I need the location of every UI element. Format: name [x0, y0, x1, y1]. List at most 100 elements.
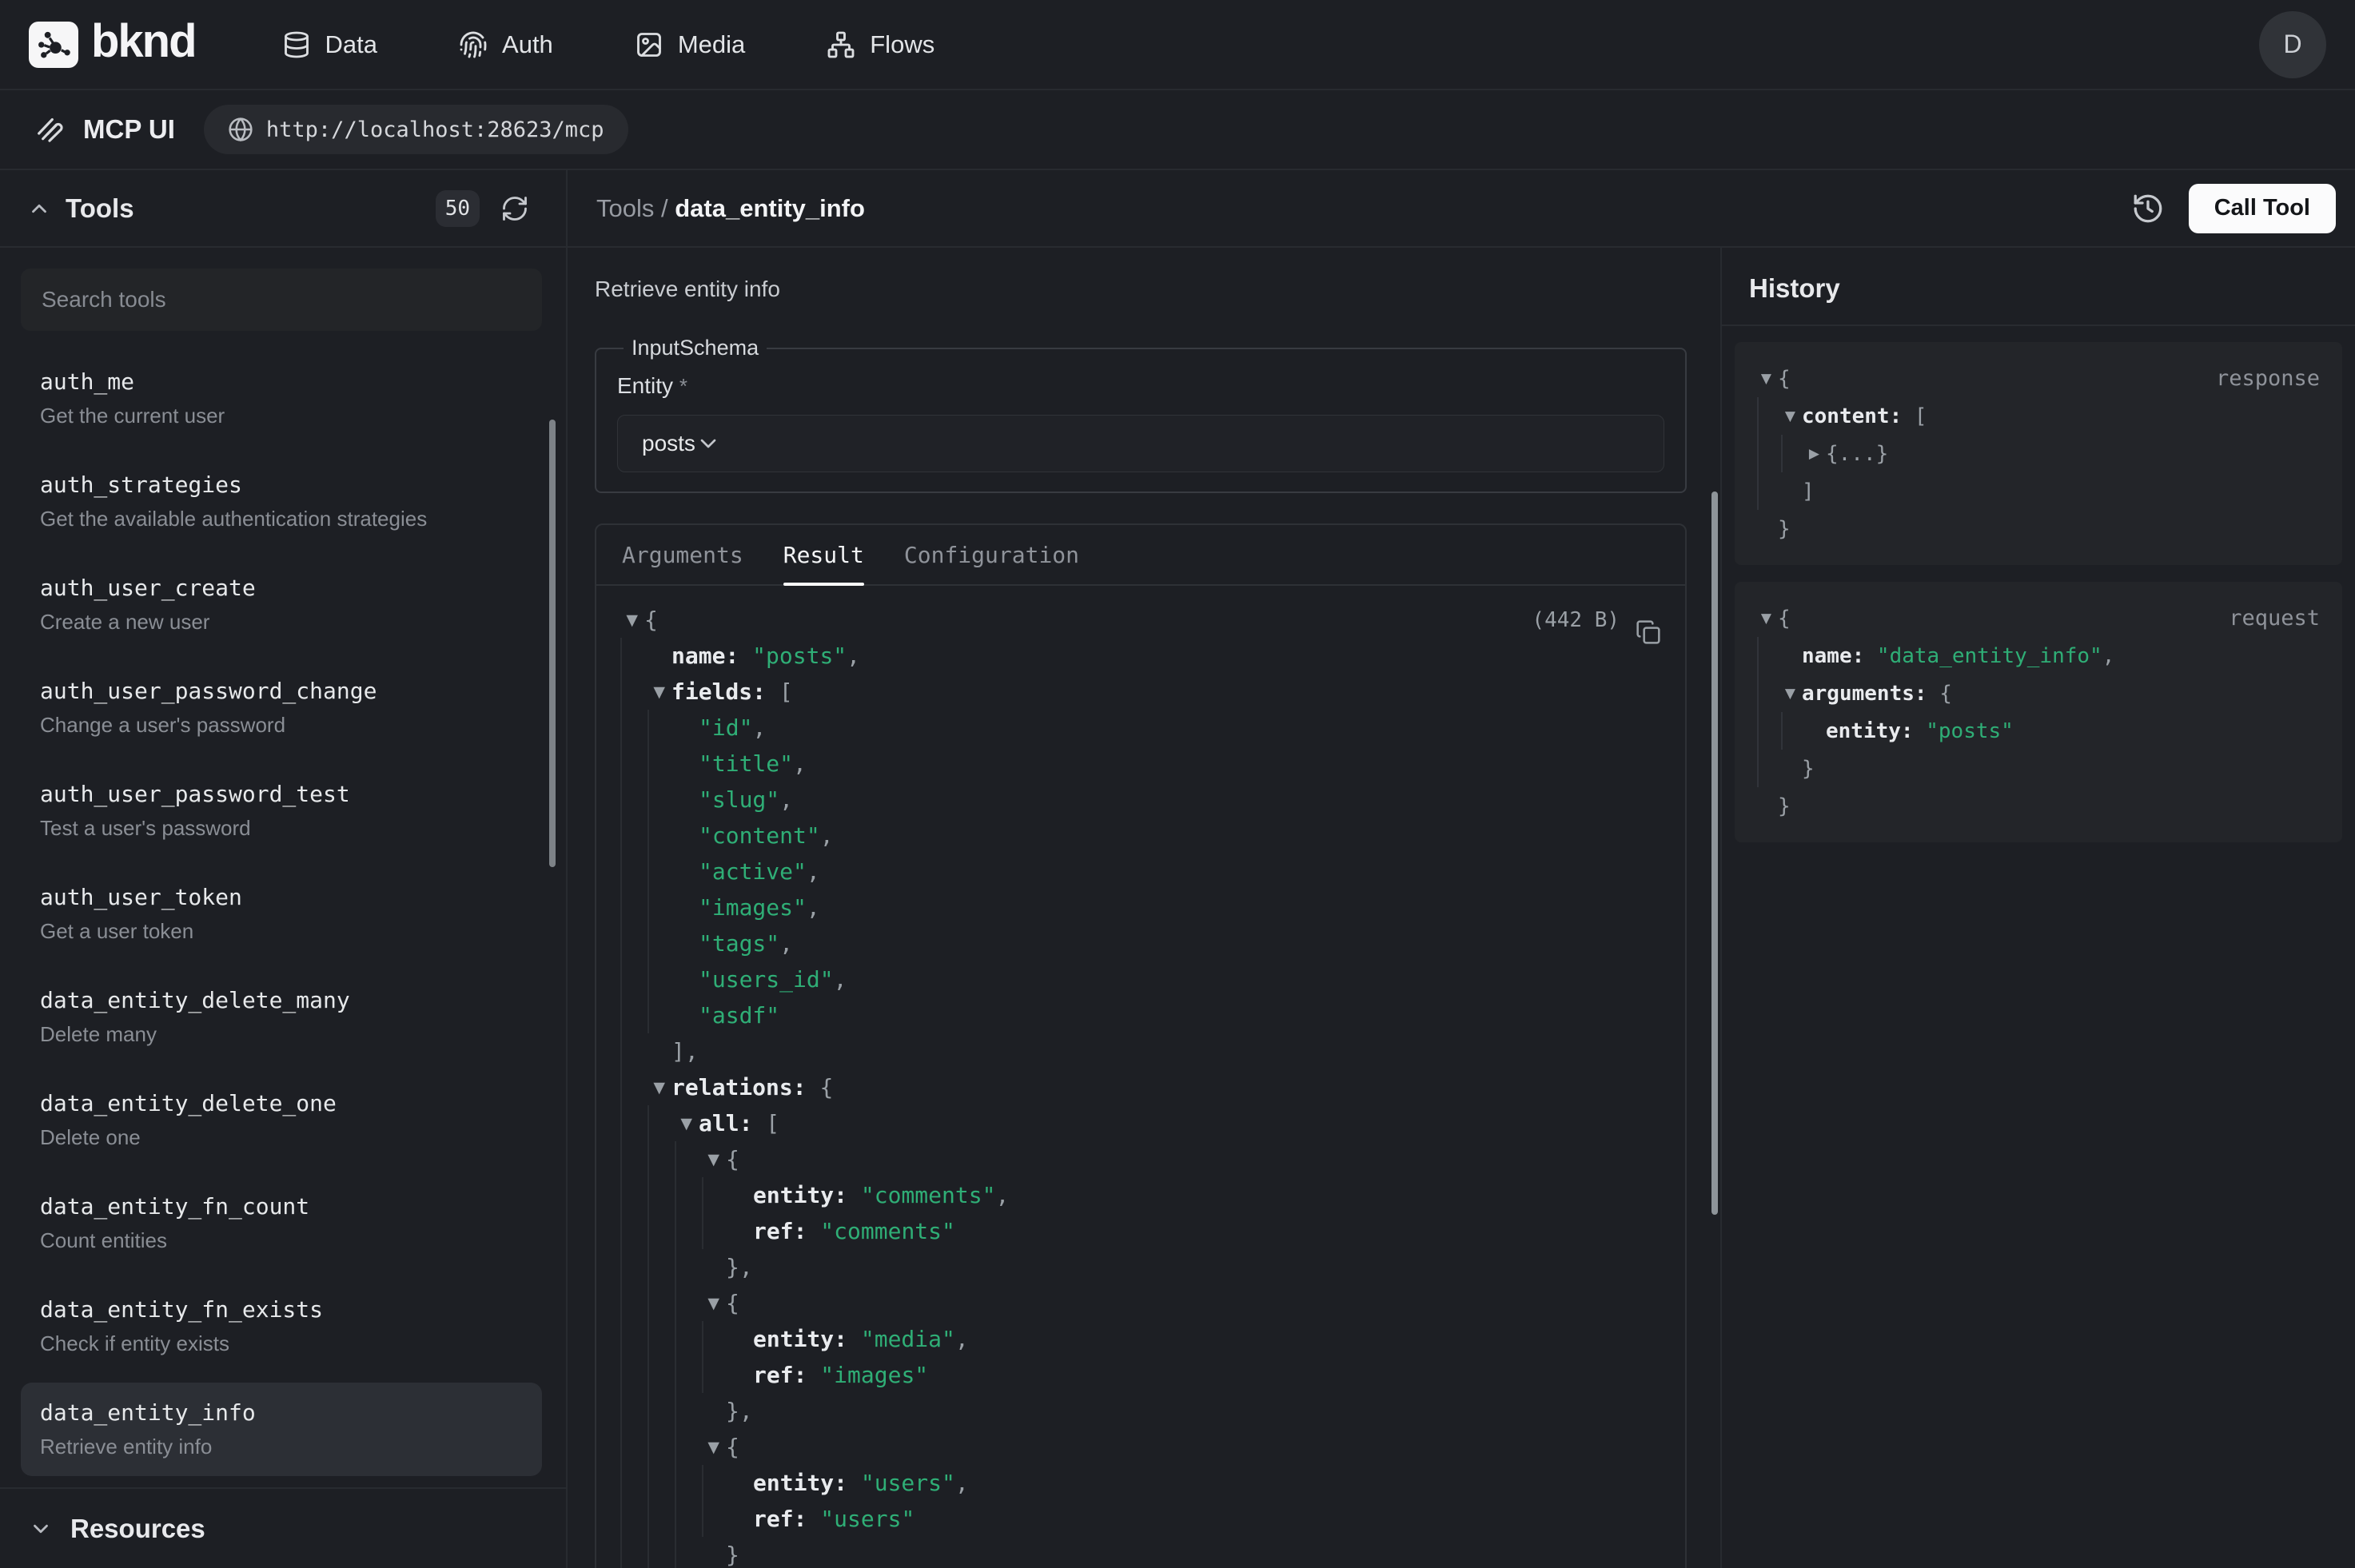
- mcp-toolbar: MCP UI http://localhost:28623/mcp: [0, 90, 2355, 170]
- json-line: ▼{(442 B): [620, 602, 1661, 638]
- json-indent: [620, 638, 671, 674]
- json-punctuation: ,: [779, 930, 793, 957]
- refresh-icon[interactable]: [500, 194, 529, 223]
- json-string: "users": [820, 1506, 915, 1532]
- fingerprint-icon: [459, 30, 488, 59]
- json-punctuation: ,: [955, 1326, 969, 1352]
- json-indent: ▼: [1757, 675, 1802, 712]
- nav-item-auth[interactable]: Auth: [459, 30, 553, 59]
- json-punctuation: }: [726, 1542, 739, 1568]
- nav-item-data[interactable]: Data: [282, 30, 377, 59]
- mcp-url-pill[interactable]: http://localhost:28623/mcp: [204, 105, 628, 154]
- json-string: "active": [699, 858, 807, 885]
- brand[interactable]: bknd: [29, 18, 196, 71]
- json-line: "users_id",: [620, 961, 1661, 997]
- collapse-triangle-icon[interactable]: ▼: [707, 1151, 719, 1168]
- history-card-response[interactable]: ▼{response▼content: [▶{...}]}: [1735, 342, 2342, 565]
- json-punctuation: {: [819, 1074, 833, 1100]
- json-string: "users_id": [699, 966, 834, 993]
- json-line: ],: [620, 1033, 1661, 1069]
- history-clock-icon[interactable]: [2131, 192, 2165, 225]
- search-input[interactable]: [21, 269, 542, 331]
- json-punctuation: {: [1939, 682, 1952, 706]
- tab-configuration[interactable]: Configuration: [904, 542, 1079, 584]
- json-punctuation: },: [726, 1254, 753, 1280]
- user-avatar[interactable]: D: [2259, 11, 2326, 78]
- tool-list-item[interactable]: data_entity_infoRetrieve entity info: [21, 1383, 542, 1476]
- tool-description: Get a user token: [40, 919, 523, 944]
- json-string: "content": [699, 822, 820, 849]
- json-indent: [620, 961, 699, 997]
- json-indent: [1757, 472, 1802, 510]
- tool-list-item[interactable]: auth_strategiesGet the available authent…: [21, 455, 542, 548]
- json-line: entity: "comments",: [620, 1177, 1661, 1213]
- tab-arguments[interactable]: Arguments: [622, 542, 743, 584]
- json-string: "data_entity_info": [1877, 644, 2102, 668]
- collapse-triangle-icon[interactable]: ▼: [1761, 611, 1771, 627]
- json-line: ref: "comments": [620, 1213, 1661, 1249]
- sidebar-scrollbar-thumb[interactable]: [549, 420, 556, 867]
- json-key: name:: [671, 643, 752, 669]
- breadcrumb-section[interactable]: Tools: [596, 194, 654, 222]
- json-indent: [620, 818, 699, 854]
- tool-list-item[interactable]: data_entity_fn_existsCheck if entity exi…: [21, 1279, 542, 1373]
- json-indent: ▼: [620, 1141, 726, 1177]
- tab-result[interactable]: Result: [783, 542, 864, 584]
- expand-triangle-icon[interactable]: ▶: [1809, 446, 1819, 462]
- collapse-triangle-icon[interactable]: ▼: [653, 1079, 665, 1096]
- tool-name: data_entity_info: [40, 1399, 523, 1426]
- tool-list-item[interactable]: auth_user_token Get a user token: [21, 867, 542, 961]
- tool-header: Tools / data_entity_info Call Tool: [568, 170, 2355, 248]
- json-punctuation: ,: [793, 750, 807, 777]
- entity-select[interactable]: posts: [617, 415, 1664, 472]
- json-string: "media": [861, 1326, 955, 1352]
- json-line: name: "posts",: [620, 638, 1661, 674]
- resources-section-title: Resources: [70, 1514, 205, 1544]
- json-key: entity:: [1826, 719, 1926, 743]
- json-string: "tags": [699, 930, 779, 957]
- right-region: Tools / data_entity_info Call Tool Retri…: [568, 170, 2355, 1568]
- tool-description: Change a user's password: [40, 713, 523, 738]
- copy-icon[interactable]: [1636, 571, 1661, 669]
- collapse-triangle-icon[interactable]: ▼: [626, 611, 638, 629]
- chevron-down-icon[interactable]: [29, 1517, 53, 1541]
- tools-section-header[interactable]: Tools 50: [0, 170, 566, 248]
- collapse-triangle-icon[interactable]: ▼: [707, 1295, 719, 1312]
- tool-list-item[interactable]: auth_user_password_change Change a user's…: [21, 661, 542, 754]
- chevron-up-icon[interactable]: [27, 197, 51, 221]
- collapse-triangle-icon[interactable]: ▼: [1785, 686, 1795, 702]
- json-indent: ▼: [620, 1429, 726, 1465]
- tool-name: auth_user_password_change: [40, 678, 523, 704]
- json-indent: [620, 854, 699, 889]
- history-card-request[interactable]: ▼{requestname: "data_entity_info",▼argum…: [1735, 582, 2342, 842]
- tool-list-item[interactable]: auth_user_password_testTest a user's pas…: [21, 764, 542, 858]
- json-string: "comments": [861, 1182, 996, 1208]
- collapse-triangle-icon[interactable]: ▼: [1761, 371, 1771, 387]
- json-punctuation: ,: [834, 966, 847, 993]
- tool-list-item[interactable]: data_entity_delete_manyDelete many: [21, 970, 542, 1064]
- nav-item-media[interactable]: Media: [635, 30, 745, 59]
- tool-name: auth_user_token: [40, 884, 523, 910]
- resources-section-header[interactable]: Resources: [0, 1487, 566, 1568]
- collapse-triangle-icon[interactable]: ▼: [653, 683, 665, 701]
- tool-list-item[interactable]: auth_meGet the current user: [21, 352, 542, 445]
- json-line: ▶{...}: [1757, 435, 2320, 472]
- json-string: "users": [861, 1470, 955, 1496]
- nav-item-flows[interactable]: Flows: [827, 30, 934, 59]
- tool-description: Get the available authentication strateg…: [40, 507, 523, 531]
- entity-field-label: Entity *: [617, 373, 1664, 399]
- tool-list-item[interactable]: data_entity_fn_countCount entities: [21, 1176, 542, 1270]
- result-panel: Arguments Result Configuration ▼{(442 B) n…: [595, 523, 1687, 1568]
- main-scrollbar-thumb[interactable]: [1711, 491, 1718, 1215]
- tool-name: data_entity_fn_count: [40, 1193, 523, 1220]
- collapse-triangle-icon[interactable]: ▼: [707, 1439, 719, 1456]
- collapse-triangle-icon[interactable]: ▼: [1785, 408, 1795, 424]
- call-tool-button[interactable]: Call Tool: [2189, 184, 2336, 233]
- collapse-triangle-icon[interactable]: ▼: [680, 1115, 692, 1132]
- panes: Retrieve entity info InputSchema Entity …: [568, 248, 2355, 1568]
- tool-list-item[interactable]: auth_user_createCreate a new user: [21, 558, 542, 651]
- tool-list-item[interactable]: data_entity_delete_oneDelete one: [21, 1073, 542, 1167]
- json-string: "asdf": [699, 1002, 779, 1029]
- json-line: "slug",: [620, 782, 1661, 818]
- tool-description: Create a new user: [40, 610, 523, 635]
